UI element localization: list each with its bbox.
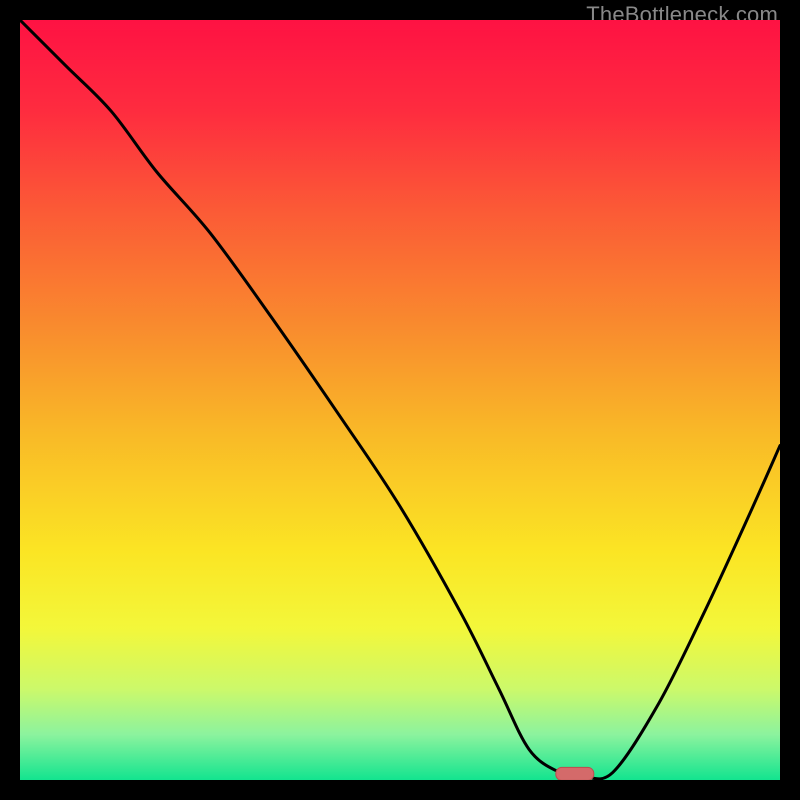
optimal-marker [556, 767, 594, 780]
bottleneck-chart [20, 20, 780, 780]
gradient-background [20, 20, 780, 780]
chart-frame [20, 20, 780, 780]
